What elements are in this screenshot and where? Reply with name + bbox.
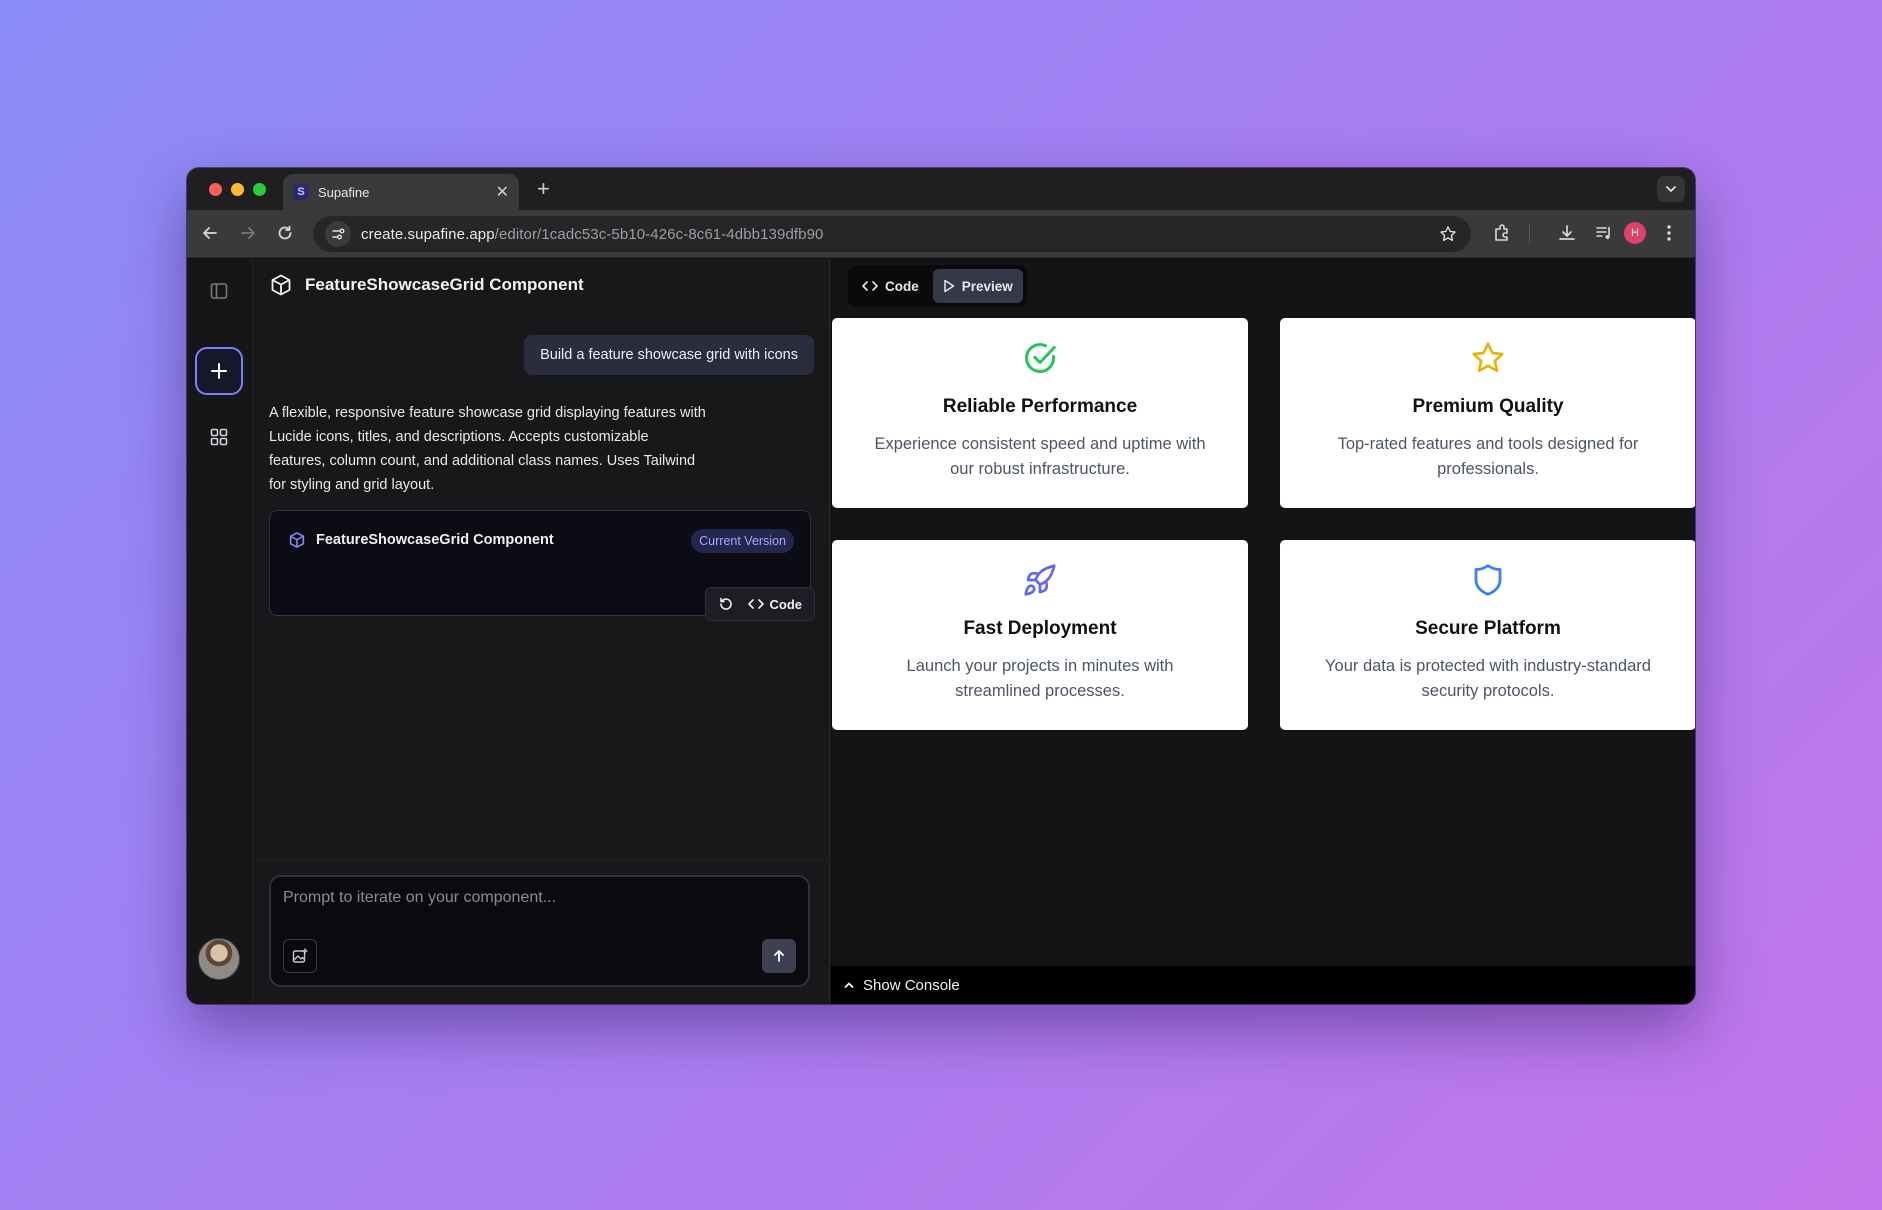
download-icon[interactable] <box>1557 223 1577 243</box>
user-message: Build a feature showcase grid with icons <box>524 335 814 375</box>
chat-header: FeatureShowcaseGrid Component <box>269 273 584 297</box>
prompt-composer <box>269 875 810 987</box>
preview-tab[interactable]: Preview <box>932 269 1023 303</box>
prompt-input[interactable] <box>283 889 783 907</box>
toggle-sidebar-button[interactable] <box>195 267 243 315</box>
version-card-title: FeatureShowcaseGrid Component <box>288 531 554 549</box>
shield-icon <box>1474 564 1502 596</box>
arrow-up-icon <box>774 950 784 962</box>
feature-description: Top-rated features and tools designed fo… <box>1337 435 1639 478</box>
version-card-actions: Code <box>704 587 815 621</box>
tab-title: Supafine <box>318 184 370 200</box>
user-avatar[interactable] <box>198 938 240 980</box>
code-tab-label: Code <box>885 278 919 294</box>
traffic-lights <box>209 183 266 196</box>
toolbar-divider <box>1529 225 1530 243</box>
browser-toolbar: create.supafine.app/editor/1cadc53c-5b10… <box>187 210 1695 258</box>
assistant-message: A flexible, responsive feature showcase … <box>269 405 706 493</box>
feature-description: Experience consistent speed and uptime w… <box>874 435 1206 478</box>
feature-card: Secure Platform Your data is protected w… <box>1280 540 1695 730</box>
feature-card: Reliable Performance Experience consiste… <box>832 318 1248 508</box>
browser-tab[interactable]: S Supafine ✕ <box>283 174 519 210</box>
feature-title: Reliable Performance <box>942 396 1138 417</box>
url-host: create.supafine.app <box>361 225 495 243</box>
forward-icon[interactable] <box>239 224 257 242</box>
chevron-up-icon <box>844 982 854 988</box>
bookmark-star-icon[interactable] <box>1439 225 1457 243</box>
feature-title: Fast Deployment <box>963 618 1117 639</box>
media-control-icon[interactable] <box>1594 223 1614 243</box>
address-bar[interactable]: create.supafine.app/editor/1cadc53c-5b10… <box>313 216 1471 252</box>
new-tab-icon[interactable]: + <box>537 176 550 202</box>
back-icon[interactable] <box>201 224 219 242</box>
feature-title: Secure Platform <box>1415 618 1561 639</box>
star-icon <box>1472 342 1504 373</box>
close-tab-icon[interactable]: ✕ <box>496 182 509 202</box>
preview-panel: Code Preview Reliable Performance Experi… <box>831 259 1695 1004</box>
supafine-favicon: S <box>293 184 309 200</box>
chat-panel: FeatureShowcaseGrid Component Build a fe… <box>253 259 830 1004</box>
extensions-icon[interactable] <box>1492 223 1512 243</box>
supafine-app: FeatureShowcaseGrid Component Build a fe… <box>187 259 1695 1004</box>
url-path: /editor/1cadc53c-5b10-426c-8c61-4dbb139d… <box>494 225 824 243</box>
tab-strip: S Supafine ✕ + <box>187 168 1695 210</box>
feature-card: Fast Deployment Launch your projects in … <box>832 540 1248 730</box>
package-icon <box>289 532 305 548</box>
component-title: FeatureShowcaseGrid Component <box>305 275 584 294</box>
circle-check-icon <box>1025 343 1056 373</box>
browser-window: S Supafine ✕ + create.supafine.app/edito… <box>187 168 1695 1004</box>
version-card[interactable]: FeatureShowcaseGrid Component Current Ve… <box>269 510 815 621</box>
site-settings-icon[interactable] <box>325 221 351 247</box>
feature-description: Your data is protected with industry-sta… <box>1325 657 1651 700</box>
tab-search-button[interactable] <box>1657 176 1685 202</box>
version-card-name: FeatureShowcaseGrid Component <box>316 532 554 548</box>
sidebar-icon <box>210 283 228 299</box>
play-icon <box>944 279 954 293</box>
url-text: create.supafine.app/editor/1cadc53c-5b10… <box>361 226 823 243</box>
more-menu-icon[interactable] <box>1666 223 1672 243</box>
current-version-badge: Current Version <box>691 529 794 553</box>
code-icon <box>747 599 764 609</box>
send-button[interactable] <box>762 939 796 973</box>
grid-icon <box>210 428 228 446</box>
image-plus-icon <box>292 948 308 963</box>
code-icon <box>862 281 878 291</box>
package-icon <box>271 274 291 296</box>
chevron-down-icon <box>1666 186 1676 193</box>
show-console-button[interactable]: Show Console <box>831 966 1695 1004</box>
close-window-button[interactable] <box>209 183 222 196</box>
rocket-icon <box>1024 564 1056 596</box>
view-code-button[interactable]: Code <box>747 596 803 612</box>
feature-description: Launch your projects in minutes with str… <box>906 657 1174 700</box>
zoom-window-button[interactable] <box>253 183 266 196</box>
restore-icon[interactable] <box>718 596 734 612</box>
code-preview-toggle: Code Preview <box>848 265 1027 307</box>
profile-avatar[interactable]: H <box>1624 222 1646 244</box>
preview-tab-label: Preview <box>961 278 1013 294</box>
minimize-window-button[interactable] <box>231 183 244 196</box>
components-gallery-button[interactable] <box>195 413 243 461</box>
plus-icon <box>211 363 227 379</box>
feature-title: Premium Quality <box>1412 396 1564 417</box>
view-code-label: Code <box>769 596 803 612</box>
feature-card: Premium Quality Top-rated features and t… <box>1280 318 1695 508</box>
attach-image-button[interactable] <box>283 939 317 973</box>
left-rail <box>187 259 253 1004</box>
reload-icon[interactable] <box>276 224 294 242</box>
code-tab[interactable]: Code <box>852 269 929 303</box>
composer-divider <box>253 859 829 860</box>
new-component-button[interactable] <box>195 347 243 395</box>
show-console-label: Show Console <box>863 976 960 994</box>
